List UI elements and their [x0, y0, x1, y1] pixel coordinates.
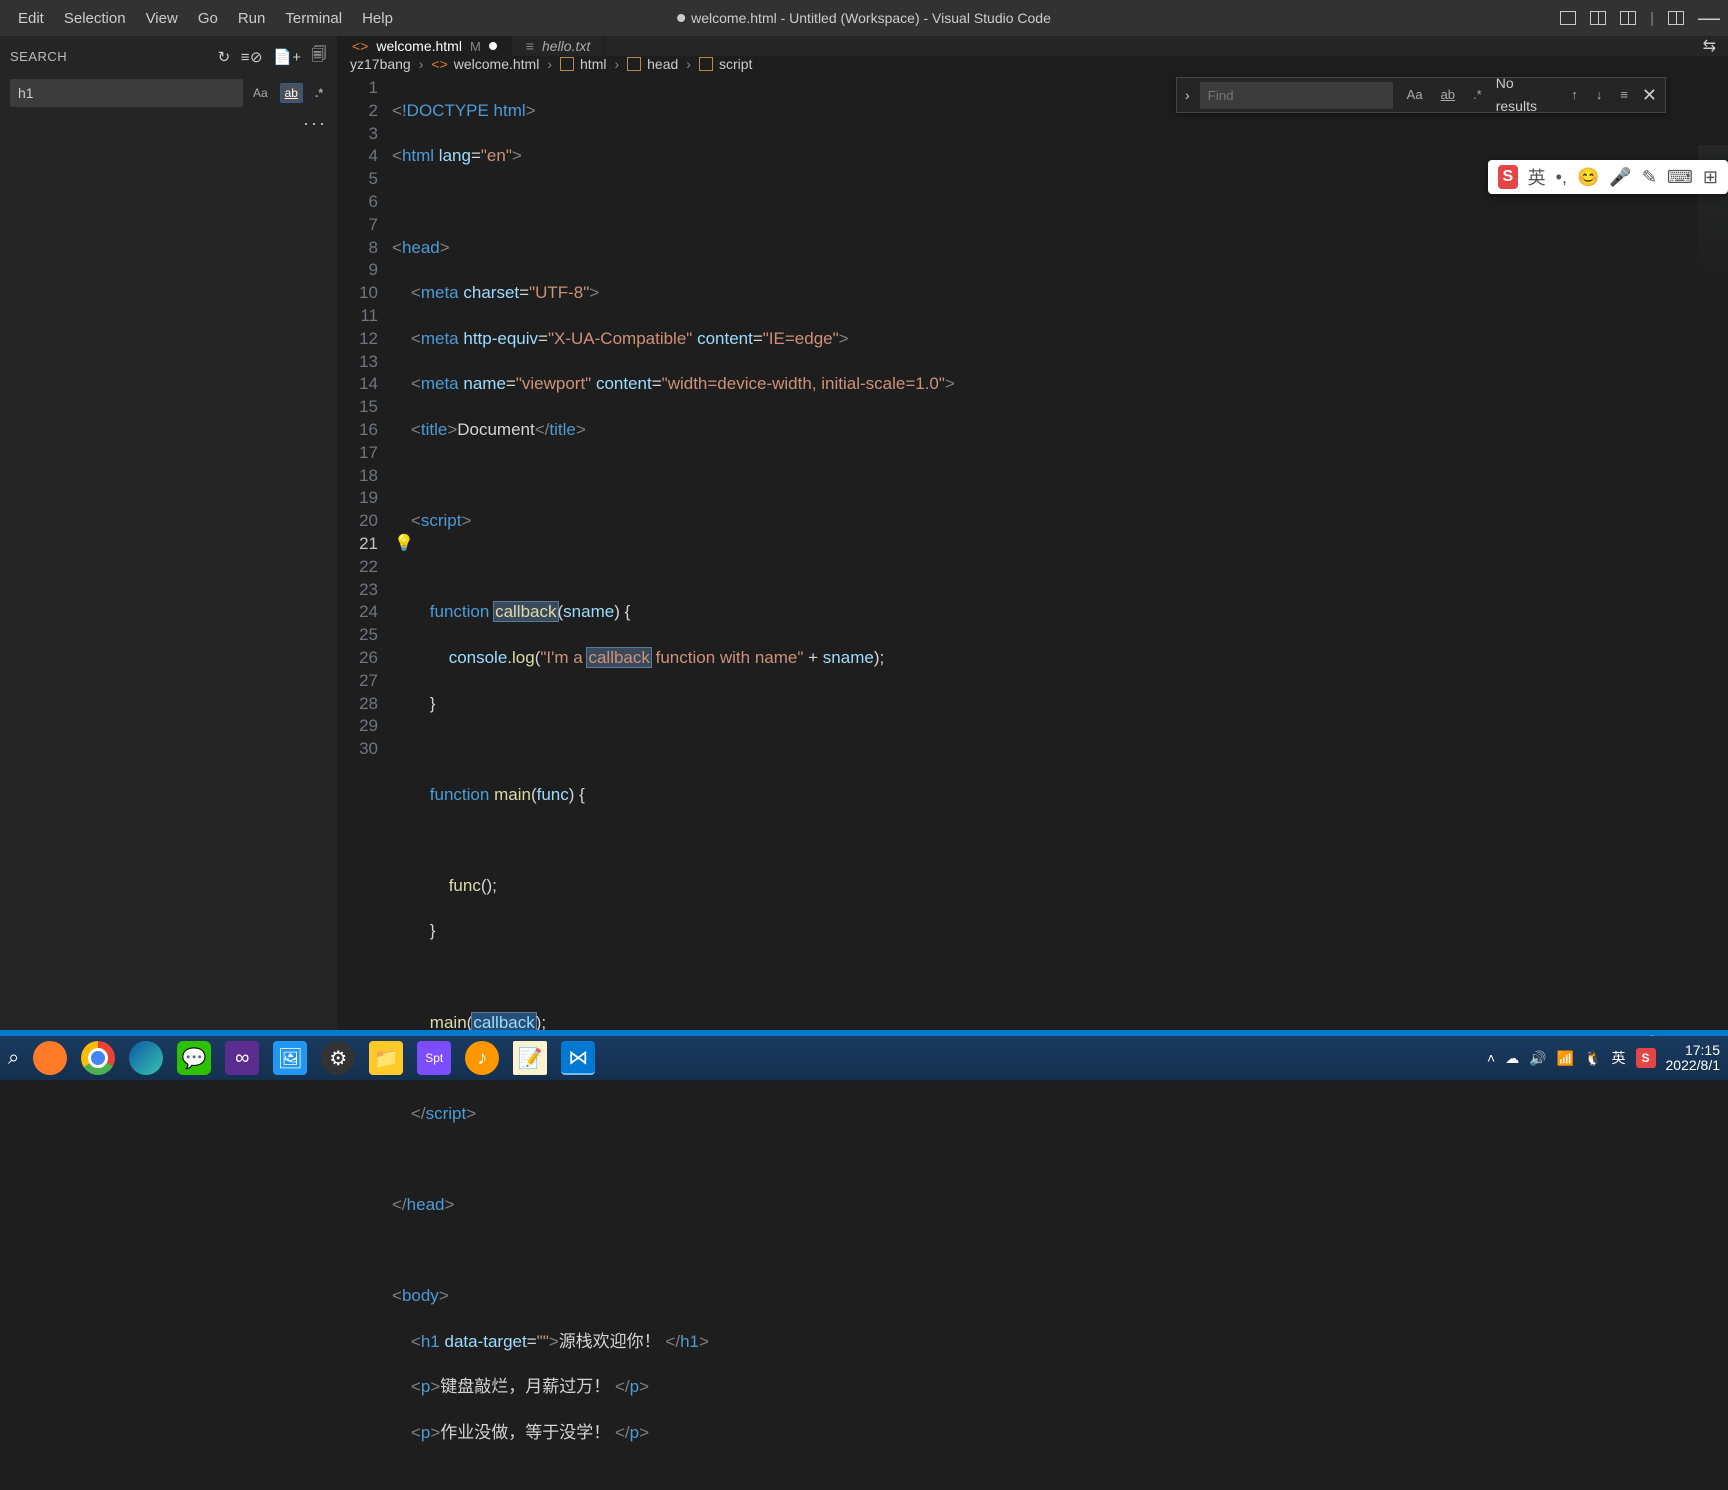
refresh-icon[interactable]: ↻ [218, 48, 231, 66]
symbol-icon [560, 57, 574, 71]
find-next-icon[interactable]: ↓ [1592, 82, 1607, 109]
clear-icon[interactable]: ≡⊘ [241, 48, 263, 66]
ime-language[interactable]: 英 [1528, 164, 1546, 190]
find-result-count: No results [1496, 72, 1558, 118]
vscode-icon[interactable]: ⋈ [561, 1041, 595, 1075]
ime-write-icon[interactable]: ✎ [1642, 167, 1657, 188]
tab-hello-txt[interactable]: ≡ hello.txt [512, 36, 605, 56]
title-text: welcome.html - Untitled (Workspace) - Vi… [691, 10, 1051, 26]
spt-app-icon[interactable]: Spt [417, 1041, 451, 1075]
tray-qq-icon[interactable]: 🐧 [1584, 1050, 1601, 1067]
menu-view[interactable]: View [136, 6, 188, 31]
find-regex[interactable]: .* [1469, 82, 1486, 109]
search-panel-title: SEARCH [10, 49, 67, 64]
window-minimize-icon[interactable]: — [1698, 5, 1720, 31]
photos-icon[interactable]: 🖼 [273, 1041, 307, 1075]
chrome-icon[interactable] [81, 1041, 115, 1075]
breadcrumb-file[interactable]: <> welcome.html [431, 56, 539, 72]
tab-label: welcome.html [376, 38, 462, 54]
ime-toolbox-icon[interactable]: ⊞ [1703, 167, 1718, 188]
find-prev-icon[interactable]: ↑ [1567, 82, 1582, 109]
breadcrumb-head[interactable]: head [627, 56, 678, 72]
tray-volume-icon[interactable]: 🔊 [1529, 1050, 1546, 1067]
toggle-replace-icon[interactable]: ··· [10, 113, 327, 134]
music-icon[interactable]: ♪ [465, 1041, 499, 1075]
sogou-logo-icon[interactable]: S [1498, 165, 1518, 189]
collapse-icon[interactable]: 🗐 [312, 44, 328, 69]
tab-label: hello.txt [542, 38, 590, 54]
tray-ime-lang[interactable]: 英 [1612, 1048, 1626, 1068]
find-selection-icon[interactable]: ≡ [1616, 82, 1632, 109]
menu-run[interactable]: Run [228, 6, 276, 31]
whole-word-toggle[interactable]: ab [280, 83, 303, 103]
editor-tabs: <> welcome.html M ≡ hello.txt ⇆ [338, 36, 1728, 56]
search-panel: SEARCH ↻ ≡⊘ 📄+ 🗐 Aa ab .* ··· [0, 36, 338, 1050]
menu-go[interactable]: Go [188, 6, 228, 31]
tray-clock[interactable]: 17:15 2022/8/1 [1666, 1043, 1721, 1074]
layout-icon-2[interactable] [1590, 11, 1606, 25]
edge-icon[interactable] [129, 1041, 163, 1075]
layout-icon-1[interactable] [1560, 11, 1576, 25]
menu-help[interactable]: Help [352, 6, 403, 31]
tray-sogou-icon[interactable]: S [1636, 1048, 1656, 1068]
windows-taskbar: ⌕ 💬 ∞ 🖼 ⚙ 📁 Spt ♪ 📝 ⋈ ˄ ☁ 🔊 📶 🐧 英 S 17:1… [0, 1036, 1728, 1080]
system-tray: ˄ ☁ 🔊 📶 🐧 英 S 17:15 2022/8/1 [1487, 1043, 1720, 1074]
ime-punct-icon[interactable]: •, [1556, 167, 1567, 188]
find-widget: › Aa ab .* No results ↑ ↓ ≡ ✕ [1176, 77, 1666, 113]
notepad-icon[interactable]: 📝 [513, 1041, 547, 1075]
file-explorer-icon[interactable]: 📁 [369, 1041, 403, 1075]
firefox-icon[interactable] [33, 1041, 67, 1075]
breadcrumb-folder[interactable]: yz17bang [350, 56, 411, 72]
ime-toolbar[interactable]: S 英 •, 😊 🎤 ✎ ⌨ ⊞ [1488, 160, 1728, 194]
breadcrumb-script[interactable]: script [699, 56, 752, 72]
find-expand-icon[interactable]: › [1185, 84, 1190, 107]
breadcrumb[interactable]: yz17bang › <> welcome.html › html › head… [338, 56, 1728, 73]
window-title: welcome.html - Untitled (Workspace) - Vi… [677, 10, 1051, 26]
search-icon[interactable]: ⌕ [8, 1047, 19, 1070]
menu-terminal[interactable]: Terminal [275, 6, 352, 31]
visual-studio-icon[interactable]: ∞ [225, 1041, 259, 1075]
code-editor[interactable]: › Aa ab .* No results ↑ ↓ ≡ ✕ 12345 6789… [338, 73, 1728, 1490]
tray-wifi-icon[interactable]: 📶 [1557, 1050, 1574, 1067]
menu-bar: Edit Selection View Go Run Terminal Help… [0, 0, 1728, 36]
tab-welcome-html[interactable]: <> welcome.html M [338, 36, 512, 56]
menu-selection[interactable]: Selection [54, 6, 136, 31]
tray-cloud-icon[interactable]: ☁ [1505, 1050, 1519, 1067]
modified-dot-icon [677, 14, 685, 22]
layout-icon-3[interactable] [1620, 11, 1636, 25]
find-close-icon[interactable]: ✕ [1642, 84, 1657, 107]
find-match-case[interactable]: Aa [1403, 82, 1427, 109]
ime-keyboard-icon[interactable]: ⌨ [1667, 167, 1693, 188]
ime-voice-icon[interactable]: 🎤 [1609, 167, 1631, 188]
html-file-icon: <> [352, 38, 368, 54]
match-case-toggle[interactable]: Aa [249, 84, 272, 102]
ime-emoji-icon[interactable]: 😊 [1577, 167, 1599, 188]
tab-modified-dot-icon [489, 42, 497, 50]
symbol-icon [627, 57, 641, 71]
line-gutter: 12345 678910 1112131415 1617181920 21222… [338, 73, 392, 1490]
new-file-icon[interactable]: 📄+ [273, 48, 301, 66]
layout-icon-4[interactable] [1668, 11, 1684, 25]
tab-git-modified: M [470, 39, 481, 54]
code-content[interactable]: <!DOCTYPE html> <html lang="en"> <head> … [392, 73, 1728, 1490]
wechat-icon[interactable]: 💬 [177, 1041, 211, 1075]
lightbulb-icon[interactable]: 💡 [394, 533, 414, 556]
find-input[interactable] [1200, 82, 1393, 109]
editor-area: <> welcome.html M ≡ hello.txt ⇆ yz17bang… [338, 36, 1728, 1050]
menu-edit[interactable]: Edit [8, 6, 54, 31]
compare-icon[interactable]: ⇆ [1703, 36, 1716, 56]
breadcrumb-html[interactable]: html [560, 56, 606, 72]
find-whole-word[interactable]: ab [1437, 82, 1459, 109]
window-controls: | — [1560, 5, 1720, 31]
settings-icon[interactable]: ⚙ [321, 1041, 355, 1075]
symbol-icon [699, 57, 713, 71]
tray-chevron-icon[interactable]: ˄ [1487, 1050, 1495, 1066]
text-file-icon: ≡ [526, 38, 534, 54]
regex-toggle[interactable]: .* [311, 84, 327, 102]
search-input[interactable] [10, 79, 243, 107]
